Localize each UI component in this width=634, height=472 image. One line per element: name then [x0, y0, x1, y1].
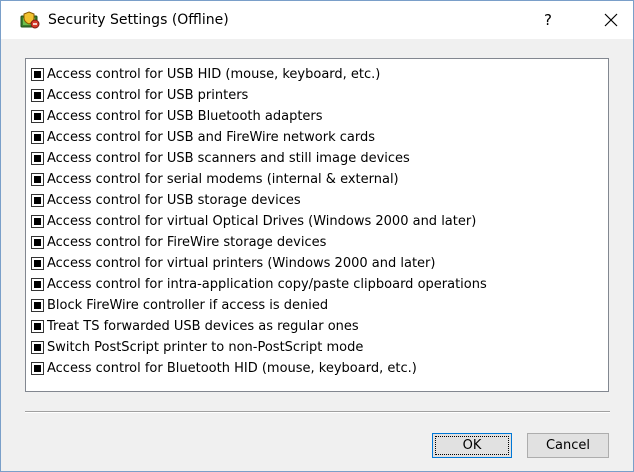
list-item[interactable]: Access control for USB HID (mouse, keybo…: [30, 64, 600, 85]
checkbox-indeterminate[interactable]: [31, 194, 44, 207]
checkbox-indeterminate[interactable]: [31, 236, 44, 249]
title-bar[interactable]: Security Settings (Offline) ?: [1, 1, 633, 39]
item-label: Access control for USB HID (mouse, keybo…: [47, 67, 381, 82]
list-item[interactable]: Access control for Bluetooth HID (mouse,…: [30, 358, 600, 379]
divider: [25, 411, 610, 413]
item-label: Access control for virtual printers (Win…: [47, 256, 436, 271]
cancel-button[interactable]: Cancel: [527, 433, 609, 458]
item-label: Access control for Bluetooth HID (mouse,…: [47, 361, 417, 376]
list-item[interactable]: Access control for USB storage devices: [30, 190, 600, 211]
item-label: Block FireWire controller if access is d…: [47, 298, 329, 313]
item-label: Access control for USB Bluetooth adapter…: [47, 109, 323, 124]
item-label: Access control for FireWire storage devi…: [47, 235, 327, 250]
list-item[interactable]: Access control for USB scanners and stil…: [30, 148, 600, 169]
list-item[interactable]: Access control for virtual Optical Drive…: [30, 211, 600, 232]
item-label: Access control for intra-application cop…: [47, 277, 487, 292]
checkbox-indeterminate[interactable]: [31, 89, 44, 102]
security-shield-icon: [20, 11, 40, 29]
list-item[interactable]: Block FireWire controller if access is d…: [30, 295, 600, 316]
item-label: Access control for USB scanners and stil…: [47, 151, 410, 166]
list-item[interactable]: Access control for intra-application cop…: [30, 274, 600, 295]
list-item[interactable]: Access control for FireWire storage devi…: [30, 232, 600, 253]
ok-button-label: OK: [462, 438, 482, 453]
item-label: Access control for virtual Optical Drive…: [47, 214, 477, 229]
checkbox-indeterminate[interactable]: [31, 110, 44, 123]
list-item[interactable]: Access control for USB printers: [30, 85, 600, 106]
checkbox-indeterminate[interactable]: [31, 299, 44, 312]
checkbox-indeterminate[interactable]: [31, 173, 44, 186]
list-item[interactable]: Switch PostScript printer to non-PostScr…: [30, 337, 600, 358]
close-button[interactable]: [589, 1, 633, 39]
item-label: Access control for USB printers: [47, 88, 249, 103]
item-label: Treat TS forwarded USB devices as regula…: [47, 319, 359, 334]
help-button[interactable]: ?: [533, 5, 563, 35]
security-settings-dialog: Security Settings (Offline) ? Access con…: [0, 0, 634, 472]
item-label: Access control for USB storage devices: [47, 193, 301, 208]
checkbox-indeterminate[interactable]: [31, 257, 44, 270]
close-icon: [604, 13, 618, 27]
checkbox-indeterminate[interactable]: [31, 131, 44, 144]
list-item[interactable]: Access control for USB Bluetooth adapter…: [30, 106, 600, 127]
list-item[interactable]: Access control for virtual printers (Win…: [30, 253, 600, 274]
checkbox-indeterminate[interactable]: [31, 152, 44, 165]
list-item[interactable]: Treat TS forwarded USB devices as regula…: [30, 316, 600, 337]
item-label: Access control for serial modems (intern…: [47, 172, 399, 187]
item-label: Access control for USB and FireWire netw…: [47, 130, 375, 145]
checkbox-indeterminate[interactable]: [31, 68, 44, 81]
checkbox-indeterminate[interactable]: [31, 215, 44, 228]
ok-button[interactable]: OK: [432, 433, 512, 458]
window-title: Security Settings (Offline): [48, 12, 229, 28]
checkbox-indeterminate[interactable]: [31, 362, 44, 375]
list-item[interactable]: Access control for USB and FireWire netw…: [30, 127, 600, 148]
checkbox-indeterminate[interactable]: [31, 320, 44, 333]
security-options-list[interactable]: Access control for USB HID (mouse, keybo…: [25, 58, 609, 392]
checkbox-indeterminate[interactable]: [31, 341, 44, 354]
list-item[interactable]: Access control for serial modems (intern…: [30, 169, 600, 190]
item-label: Switch PostScript printer to non-PostScr…: [47, 340, 364, 355]
checkbox-indeterminate[interactable]: [31, 278, 44, 291]
